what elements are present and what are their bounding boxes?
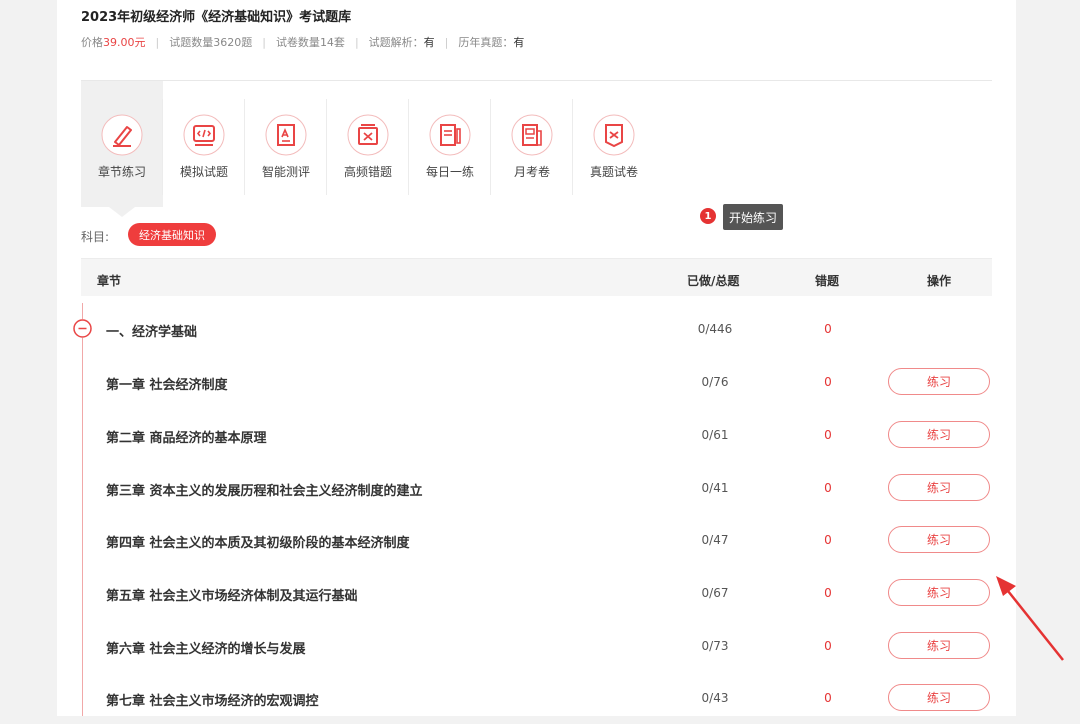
chapter-name: 第二章 商品经济的基本原理 — [106, 431, 267, 446]
table-row: 第五章 社会主义市场经济体制及其运行基础 0/67 0 练习 — [81, 567, 992, 619]
table-row: 第二章 商品经济的基本原理 0/61 0 练习 — [81, 409, 992, 461]
analysis-value: 有 — [423, 36, 435, 49]
past-exam-label: 历年真题： — [458, 36, 514, 49]
tab-daily-practice[interactable]: 每日一练 — [409, 81, 491, 207]
paper-count-label: 试卷数量 — [275, 36, 320, 49]
tab-smart-assessment[interactable]: 智能测评 — [245, 81, 327, 207]
tab-label: 模拟试题 — [179, 165, 228, 179]
paper-count-value: 14套 — [319, 36, 345, 49]
table-row: 第七章 社会主义市场经济的宏观调控 0/43 0 练习 — [81, 672, 992, 724]
meta-separator: | — [262, 35, 266, 49]
practice-button[interactable]: 练习 — [888, 368, 990, 395]
table-row: 第一章 社会经济制度 0/76 0 练习 — [81, 356, 992, 408]
chapter-name: 第五章 社会主义市场经济体制及其运行基础 — [106, 589, 358, 604]
chapter-done-total: 0/43 — [701, 691, 729, 705]
chapter-name: 第四章 社会主义的本质及其初级阶段的基本经济制度 — [106, 536, 410, 551]
meta-separator: | — [354, 35, 359, 49]
chapter-wrong: 0 — [824, 375, 832, 389]
chapter-wrong: 0 — [824, 533, 832, 547]
section-row: 一、经济学基础 0/446 0 — [81, 303, 992, 355]
header-wrong: 错题 — [815, 274, 840, 288]
assessment-icon — [264, 113, 308, 157]
tab-real-exam[interactable]: 真题试卷 — [573, 81, 655, 207]
tab-label: 每日一练 — [425, 165, 474, 179]
chapter-wrong: 0 — [824, 639, 832, 653]
step-number-badge: 1 — [700, 208, 716, 224]
chapter-name: 第七章 社会主义市场经济的宏观调控 — [106, 694, 319, 709]
subject-label: 科目: — [81, 230, 110, 244]
real-exam-icon — [592, 113, 636, 157]
subject-chip[interactable]: 经济基础知识 — [128, 223, 216, 246]
chapter-wrong: 0 — [824, 481, 832, 495]
wrong-questions-icon — [346, 113, 390, 157]
active-tab-pointer — [109, 207, 135, 217]
monthly-paper-icon — [510, 113, 554, 157]
product-meta: 价格 39.00元 | 试题数量 3620题 | 试卷数量 14套 | 试题解析：有 … — [81, 34, 524, 50]
practice-button[interactable]: 练习 — [888, 474, 990, 501]
daily-practice-icon — [428, 113, 472, 157]
chapter-wrong: 0 — [824, 586, 832, 600]
tab-monthly-paper[interactable]: 月考卷 — [491, 81, 573, 207]
chapter-name: 第一章 社会经济制度 — [106, 378, 228, 393]
chapter-done-total: 0/41 — [701, 481, 729, 495]
chapter-wrong: 0 — [824, 428, 832, 442]
practice-button[interactable]: 练习 — [888, 579, 990, 606]
past-exam-value: 有 — [513, 36, 525, 49]
chapter-name: 第三章 资本主义的发展历程和社会主义经济制度的建立 — [106, 484, 423, 499]
question-count-value: 3620题 — [213, 36, 253, 49]
tab-mock-exam[interactable]: 模拟试题 — [163, 81, 245, 207]
table-row: 第六章 社会主义经济的增长与发展 0/73 0 练习 — [81, 620, 992, 672]
code-icon — [182, 113, 226, 157]
chapter-done-total: 0/67 — [701, 586, 729, 600]
section-wrong: 0 — [824, 322, 832, 336]
chapter-done-total: 0/73 — [701, 639, 729, 653]
table-row: 第四章 社会主义的本质及其初级阶段的基本经济制度 0/47 0 练习 — [81, 514, 992, 566]
tab-label: 月考卷 — [513, 165, 550, 179]
question-count-label: 试题数量 — [169, 36, 214, 49]
tab-frequent-mistakes[interactable]: 高频错题 — [327, 81, 409, 207]
practice-button[interactable]: 练习 — [888, 684, 990, 711]
practice-button[interactable]: 练习 — [888, 421, 990, 448]
tab-label: 章节练习 — [97, 165, 146, 179]
header-done-total: 已做/总题 — [687, 274, 740, 288]
table-row: 第三章 资本主义的发展历程和社会主义经济制度的建立 0/41 0 练习 — [81, 462, 992, 514]
start-practice-tooltip: 开始练习 — [723, 204, 784, 230]
tab-label: 高频错题 — [343, 165, 392, 179]
practice-button[interactable]: 练习 — [888, 526, 990, 553]
meta-separator: | — [155, 35, 160, 49]
tab-chapter-practice[interactable]: 章节练习 — [81, 81, 163, 207]
section-title: 一、经济学基础 — [106, 325, 198, 340]
page-title: 2023年初级经济师《经济基础知识》考试题库 — [81, 10, 352, 25]
tab-label: 智能测评 — [261, 165, 310, 179]
tab-label: 真题试卷 — [589, 165, 638, 179]
practice-tabs: 章节练习 模拟试题 智能测评 高频错题 每日一练 月考卷 真题试卷 — [81, 81, 992, 207]
header-chapter: 章节 — [97, 274, 122, 288]
chapter-done-total: 0/47 — [701, 533, 729, 547]
table-header: 章节 已做/总题 错题 操作 — [81, 258, 992, 296]
meta-separator: | — [444, 35, 449, 49]
collapse-icon[interactable] — [73, 319, 92, 338]
practice-button[interactable]: 练习 — [888, 632, 990, 659]
analysis-label: 试题解析： — [368, 36, 424, 49]
chapter-done-total: 0/76 — [701, 375, 729, 389]
section-done-total: 0/446 — [697, 322, 733, 336]
pencil-icon — [100, 113, 144, 157]
chapter-wrong: 0 — [824, 691, 832, 705]
chapter-name: 第六章 社会主义经济的增长与发展 — [106, 642, 306, 657]
header-action: 操作 — [927, 274, 952, 288]
price-label: 价格 — [81, 36, 103, 49]
chapter-done-total: 0/61 — [701, 428, 729, 442]
price-value: 39.00元 — [103, 36, 146, 49]
annotation-arrow-icon — [990, 574, 1070, 668]
